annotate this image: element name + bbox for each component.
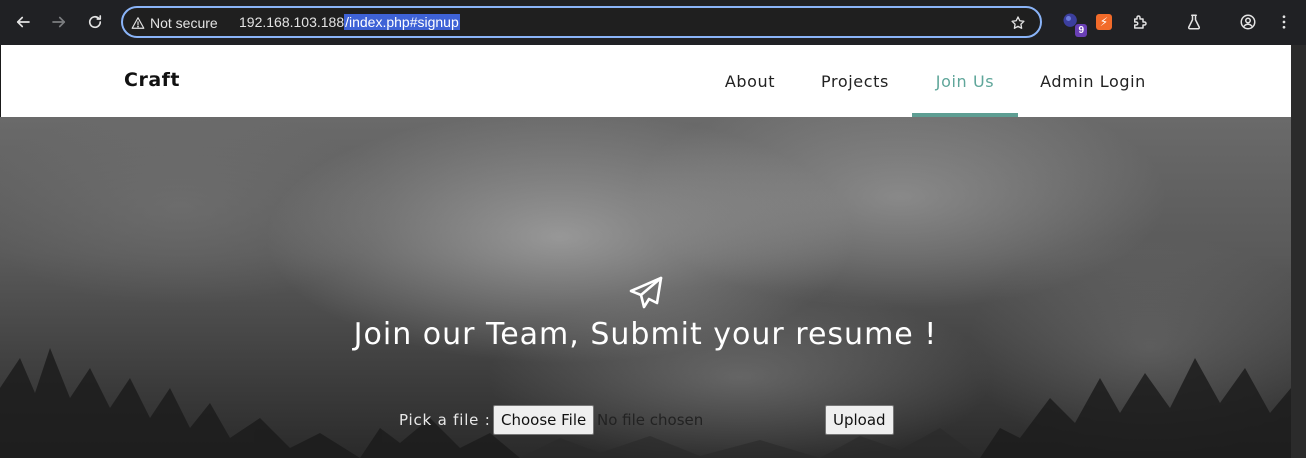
profile-icon	[1240, 14, 1256, 30]
extensions-menu-button[interactable]	[1128, 10, 1152, 34]
pick-file-label: Pick a file :	[399, 411, 491, 429]
web-page: Craft About Projects Join Us Admin Login	[0, 45, 1306, 458]
back-button[interactable]	[9, 8, 37, 36]
hero-content: Join our Team, Submit your resume ! Pick…	[0, 117, 1291, 458]
choose-file-button[interactable]: Choose File	[493, 405, 595, 435]
nav-link-projects[interactable]: Projects	[811, 45, 899, 117]
warning-icon	[131, 17, 145, 29]
nav-link-about[interactable]: About	[713, 45, 787, 117]
extension-badge: 9	[1075, 24, 1087, 37]
address-bar[interactable]: Not secure 192.168.103.188/index.php#sig…	[121, 6, 1042, 38]
site-brand[interactable]: Craft	[124, 69, 180, 91]
lightning-icon: ⚡	[1096, 14, 1112, 30]
hero-title: Join our Team, Submit your resume !	[353, 317, 938, 352]
profile-button[interactable]	[1236, 10, 1260, 34]
url-path-selected: /index.php#signup	[344, 14, 460, 30]
site-navbar: Craft About Projects Join Us Admin Login	[1, 45, 1291, 117]
url-text[interactable]: 192.168.103.188/index.php#signup	[239, 13, 460, 31]
puzzle-icon	[1134, 15, 1147, 29]
back-icon	[16, 16, 30, 28]
paper-plane-icon	[629, 276, 663, 309]
nav-link-admin-login[interactable]: Admin Login	[1030, 45, 1156, 117]
resume-upload-form: Pick a file : Choose File No file chosen…	[0, 405, 1291, 435]
nav-link-join-us[interactable]: Join Us	[912, 45, 1018, 117]
security-label: Not secure	[150, 15, 218, 31]
browser-toolbar: Not secure 192.168.103.188/index.php#sig…	[0, 0, 1306, 45]
extension-button-purple[interactable]: 9	[1060, 10, 1087, 37]
page-scrollbar[interactable]	[1291, 45, 1306, 458]
security-chip[interactable]: Not secure	[131, 12, 218, 34]
url-host: 192.168.103.188	[239, 14, 345, 30]
star-icon	[1011, 16, 1025, 29]
reload-button[interactable]	[81, 8, 109, 36]
signup-hero: Join our Team, Submit your resume ! Pick…	[0, 117, 1291, 458]
forward-button[interactable]	[45, 8, 73, 36]
flask-icon	[1187, 14, 1201, 30]
forward-icon	[52, 16, 66, 28]
reload-icon	[88, 15, 102, 29]
file-status-text: No file chosen	[597, 411, 704, 429]
bookmark-button[interactable]	[1008, 13, 1028, 33]
extension-button-orange[interactable]: ⚡	[1092, 10, 1116, 34]
upload-button[interactable]: Upload	[825, 405, 894, 435]
browser-menu-button[interactable]	[1272, 10, 1296, 34]
more-vert-icon	[1282, 15, 1286, 29]
labs-button[interactable]	[1182, 10, 1206, 34]
